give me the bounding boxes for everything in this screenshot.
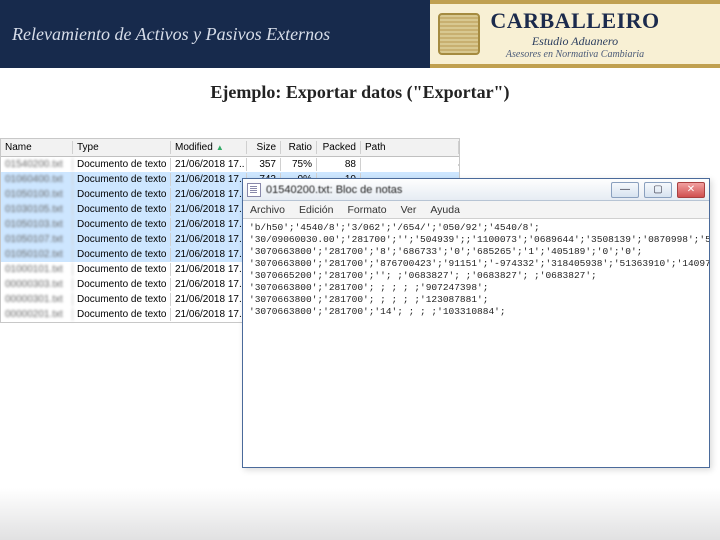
menu-ver[interactable]: Ver	[394, 204, 424, 216]
cell-modified: 21/06/2018 17..	[171, 263, 247, 276]
logo-seal-icon	[438, 13, 480, 55]
cell-name: 01030105.txt	[1, 203, 73, 216]
cell-modified: 21/06/2018 17..	[171, 248, 247, 261]
cell-type: Documento de texto	[73, 293, 171, 306]
cell-type: Documento de texto	[73, 233, 171, 246]
col-type[interactable]: Type	[73, 141, 171, 154]
logo-sub2: Asesores en Normativa Cambiaria	[506, 49, 644, 60]
notepad-app-icon	[247, 183, 261, 197]
minimize-button[interactable]: —	[611, 182, 639, 198]
notepad-menu: Archivo Edición Formato Ver Ayuda	[243, 201, 709, 219]
notepad-window: 01540200.txt: Bloc de notas — ▢ ✕ Archiv…	[242, 178, 710, 468]
cell-modified: 21/06/2018 17..	[171, 173, 247, 186]
cell-type: Documento de texto	[73, 173, 171, 186]
notepad-title: 01540200.txt: Bloc de notas	[266, 184, 606, 196]
cell-ratio: 75%	[281, 158, 317, 171]
cell-type: Documento de texto	[73, 263, 171, 276]
cell-modified: 21/06/2018 17..	[171, 278, 247, 291]
cell-modified: 21/06/2018 17..	[171, 203, 247, 216]
cell-type: Documento de texto	[73, 278, 171, 291]
slide-footer	[0, 488, 720, 540]
header-title: Relevamiento de Activos y Pasivos Extern…	[0, 0, 430, 68]
cell-name: 00000301.txt	[1, 293, 73, 306]
cell-packed: 88	[317, 158, 361, 171]
cell-name: 00000303.txt	[1, 278, 73, 291]
col-name[interactable]: Name	[1, 141, 73, 154]
cell-type: Documento de texto	[73, 248, 171, 261]
cell-name: 01000101.txt	[1, 263, 73, 276]
cell-modified: 21/06/2018 17..	[171, 158, 247, 171]
cell-name: 01540200.txt	[1, 158, 73, 171]
cell-size: 357	[247, 158, 281, 171]
cell-type: Documento de texto	[73, 188, 171, 201]
menu-archivo[interactable]: Archivo	[243, 204, 292, 216]
logo-main: CARBALLEIRO	[490, 8, 659, 34]
cell-type: Documento de texto	[73, 308, 171, 321]
col-path[interactable]: Path	[361, 141, 459, 154]
cell-name: 01050102.txt	[1, 248, 73, 261]
menu-ayuda[interactable]: Ayuda	[423, 204, 467, 216]
close-button[interactable]: ✕	[677, 182, 705, 198]
logo-sub: Estudio Aduanero	[532, 34, 618, 49]
col-ratio[interactable]: Ratio	[281, 141, 317, 154]
cell-modified: 21/06/2018 17..	[171, 233, 247, 246]
cell-modified: 21/06/2018 17..	[171, 293, 247, 306]
cell-type: Documento de texto	[73, 203, 171, 216]
cell-name: 00000201.txt	[1, 308, 73, 321]
maximize-button[interactable]: ▢	[644, 182, 672, 198]
menu-formato[interactable]: Formato	[340, 204, 393, 216]
sort-asc-icon: ▲	[216, 143, 224, 152]
col-modified[interactable]: Modified ▲	[171, 141, 247, 154]
col-packed[interactable]: Packed	[317, 141, 361, 154]
brand-logo: CARBALLEIRO Estudio Aduanero Asesores en…	[430, 0, 720, 68]
cell-path	[361, 164, 459, 166]
cell-type: Documento de texto	[73, 218, 171, 231]
file-list-header: Name Type Modified ▲ Size Ratio Packed P…	[1, 139, 459, 157]
notepad-titlebar[interactable]: 01540200.txt: Bloc de notas — ▢ ✕	[243, 179, 709, 201]
cell-modified: 21/06/2018 17..	[171, 188, 247, 201]
notepad-body[interactable]: 'b/h50';'4540/8';'3/062';'/654/';'050/92…	[243, 219, 709, 321]
cell-type: Documento de texto	[73, 158, 171, 171]
cell-modified: 21/06/2018 17..	[171, 218, 247, 231]
slide-subtitle: Ejemplo: Exportar datos ("Exportar")	[0, 82, 720, 103]
slide-header: Relevamiento de Activos y Pasivos Extern…	[0, 0, 720, 68]
col-size[interactable]: Size	[247, 141, 281, 154]
cell-name: 01050100.txt	[1, 188, 73, 201]
cell-name: 01050107.txt	[1, 233, 73, 246]
cell-name: 01050103.txt	[1, 218, 73, 231]
cell-modified: 21/06/2018 17..	[171, 308, 247, 321]
cell-name: 01060400.txt	[1, 173, 73, 186]
table-row[interactable]: 01540200.txtDocumento de texto21/06/2018…	[1, 157, 459, 172]
menu-edicion[interactable]: Edición	[292, 204, 340, 216]
